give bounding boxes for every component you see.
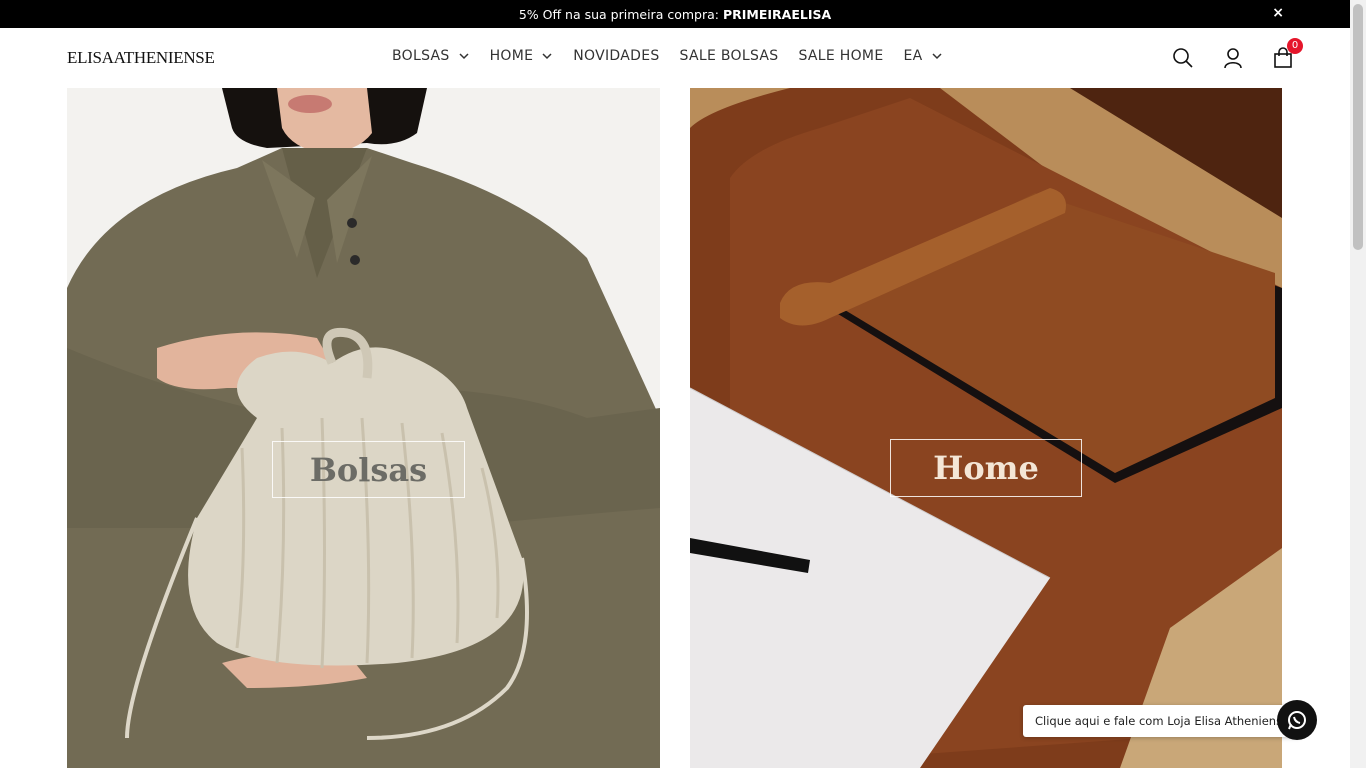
nav-item-novidades[interactable]: NOVIDADES [573,48,659,64]
nav-label: SALE BOLSAS [679,48,779,64]
search-icon [1173,48,1193,68]
scrollbar-thumb[interactable] [1353,4,1363,250]
nav-item-sale-home[interactable]: SALE HOME [798,48,883,64]
announcement-bar: 5% Off na sua primeira compra: PRIMEIRAE… [0,0,1350,28]
bolsas-category-label[interactable]: Bolsas [272,441,465,498]
announcement-text: 5% Off na sua primeira compra: [518,6,719,22]
nav-item-home[interactable]: HOME [490,48,554,64]
whatsapp-button[interactable] [1277,700,1317,740]
cart-count-badge: 0 [1287,38,1303,54]
nav-label: HOME [489,48,534,64]
site-header: ELISAATHENIENSE BOLSAS HOME NOVIDADES SA… [0,28,1350,88]
search-button[interactable] [1158,44,1208,72]
bolsas-hero-image [67,88,660,768]
nav-item-ea[interactable]: EA [903,48,942,64]
close-announcement-button[interactable]: × [1272,5,1284,21]
nav-label: BOLSAS [392,48,450,64]
chevron-down-icon [542,53,552,60]
nav-item-bolsas[interactable]: BOLSAS [392,48,470,64]
cart-button[interactable]: 0 [1258,38,1308,72]
nav-label: SALE HOME [798,48,884,64]
nav-item-sale-bolsas[interactable]: SALE BOLSAS [680,48,779,64]
home-category-label[interactable]: Home [890,439,1082,497]
chevron-down-icon [459,53,469,60]
home-category-panel[interactable]: Home [690,88,1282,768]
header-actions: 0 [1158,38,1308,72]
nav-label: NOVIDADES [573,48,660,64]
promo-code: PRIMEIRAELISA [722,6,832,22]
whatsapp-prompt-text: Clique aqui e fale com Loja Elisa Atheni… [1035,714,1290,728]
account-button[interactable] [1208,44,1258,72]
page-scrollbar[interactable] [1350,0,1366,768]
whatsapp-chat-prompt[interactable]: Clique aqui e fale com Loja Elisa Atheni… [1023,705,1302,737]
brand-logo[interactable]: ELISAATHENIENSE [67,48,215,68]
user-icon [1224,48,1242,69]
main-nav: BOLSAS HOME NOVIDADES SALE BOLSAS SALE H… [392,48,963,64]
nav-label: EA [903,48,923,64]
whatsapp-icon [1288,711,1306,730]
home-hero-image [690,88,1282,768]
bolsas-category-panel[interactable]: Bolsas [67,88,660,768]
chevron-down-icon [931,53,942,60]
